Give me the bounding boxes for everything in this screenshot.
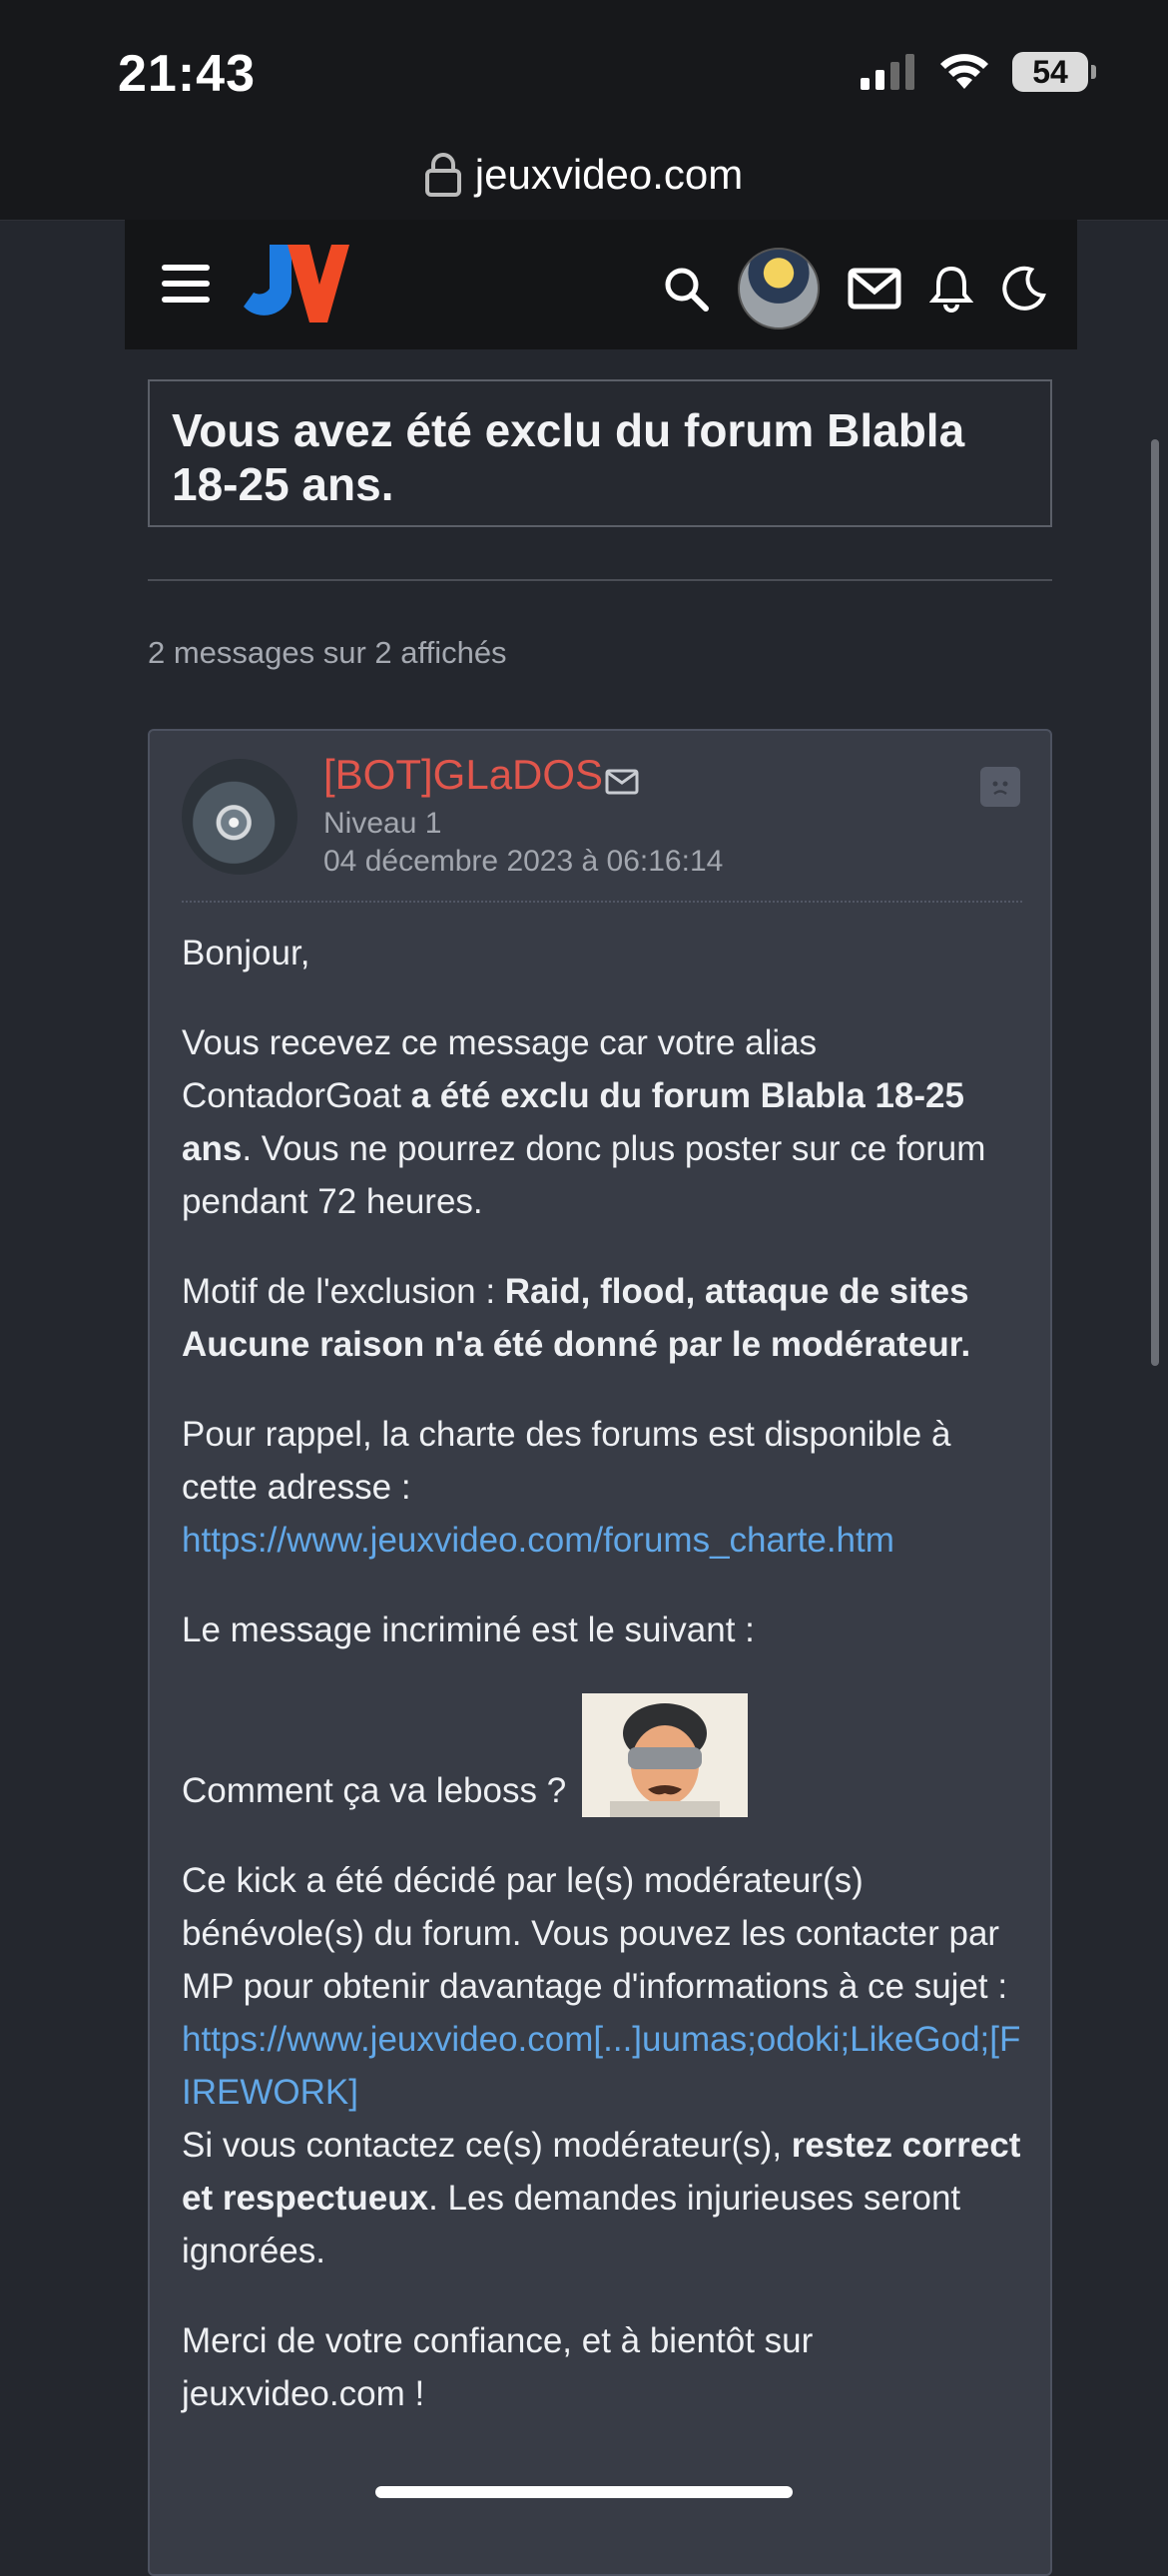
paragraph-charter: Pour rappel, la charte des forums est di… bbox=[182, 1415, 951, 1560]
sticker-image[interactable] bbox=[581, 1693, 748, 1817]
paragraph-exclusion: Vous recevez ce message car votre alias … bbox=[182, 1023, 986, 1221]
status-bar: 21:43 54 bbox=[0, 0, 1168, 150]
bell-icon[interactable] bbox=[929, 265, 973, 313]
greeting: Bonjour, bbox=[182, 934, 310, 972]
message-card: [BOT]GLaDOS Niveau 1 04 décembre 2023 à … bbox=[148, 729, 1052, 2576]
quoted-message: Comment ça va leboss ? bbox=[182, 1693, 1022, 1817]
charter-link[interactable]: https://www.jeuxvideo.com/forums_charte.… bbox=[182, 1521, 894, 1560]
header-actions bbox=[662, 248, 1047, 329]
wifi-icon bbox=[940, 54, 988, 89]
signal-icon bbox=[861, 54, 914, 90]
home-indicator[interactable] bbox=[375, 2486, 793, 2498]
scrollbar[interactable] bbox=[1151, 439, 1159, 1366]
report-button[interactable] bbox=[980, 767, 1020, 807]
divider bbox=[148, 579, 1052, 581]
topic-title: Vous avez été exclu du forum Blabla 18-2… bbox=[148, 379, 1052, 527]
author-avatar[interactable] bbox=[182, 759, 297, 875]
search-icon[interactable] bbox=[662, 265, 710, 313]
site-header: JV bbox=[125, 220, 1077, 349]
message-body: Bonjour, Vous recevez ce message car vot… bbox=[182, 927, 1022, 2457]
dark-mode-icon[interactable] bbox=[1001, 266, 1047, 312]
mail-icon[interactable] bbox=[848, 268, 901, 310]
message-date[interactable]: 04 décembre 2023 à 06:16:14 bbox=[323, 845, 723, 879]
sad-face-icon bbox=[992, 781, 1008, 796]
send-mp-icon[interactable] bbox=[605, 769, 639, 795]
message-count: 2 messages sur 2 affichés bbox=[148, 635, 507, 670]
url-text: jeuxvideo.com bbox=[474, 151, 744, 198]
menu-icon[interactable] bbox=[162, 265, 210, 303]
paragraph-contact: Ce kick a été décidé par le(s) modérateu… bbox=[182, 1861, 1021, 2270]
user-avatar[interactable] bbox=[738, 248, 820, 329]
status-icons: 54 bbox=[861, 52, 1096, 92]
author-name[interactable]: [BOT]GLaDOS bbox=[323, 751, 603, 799]
paragraph-reason: Motif de l'exclusion : Raid, flood, atta… bbox=[182, 1272, 971, 1364]
status-time: 21:43 bbox=[118, 45, 256, 103]
logo-text: JV bbox=[240, 245, 242, 246]
url-bar[interactable]: jeuxvideo.com bbox=[0, 130, 1168, 221]
paragraph-quoted-intro: Le message incriminé est le suivant : bbox=[182, 1610, 755, 1649]
battery-indicator: 54 bbox=[1012, 52, 1096, 92]
jv-logo[interactable]: JV bbox=[240, 245, 349, 324]
card-separator bbox=[182, 901, 1022, 903]
paragraph-thanks: Merci de votre confiance, et à bientôt s… bbox=[182, 2321, 814, 2413]
lock-icon bbox=[424, 153, 461, 197]
mp-link[interactable]: https://www.jeuxvideo.com[...]uumas;odok… bbox=[182, 2020, 1020, 2112]
author-level: Niveau 1 bbox=[323, 807, 442, 840]
